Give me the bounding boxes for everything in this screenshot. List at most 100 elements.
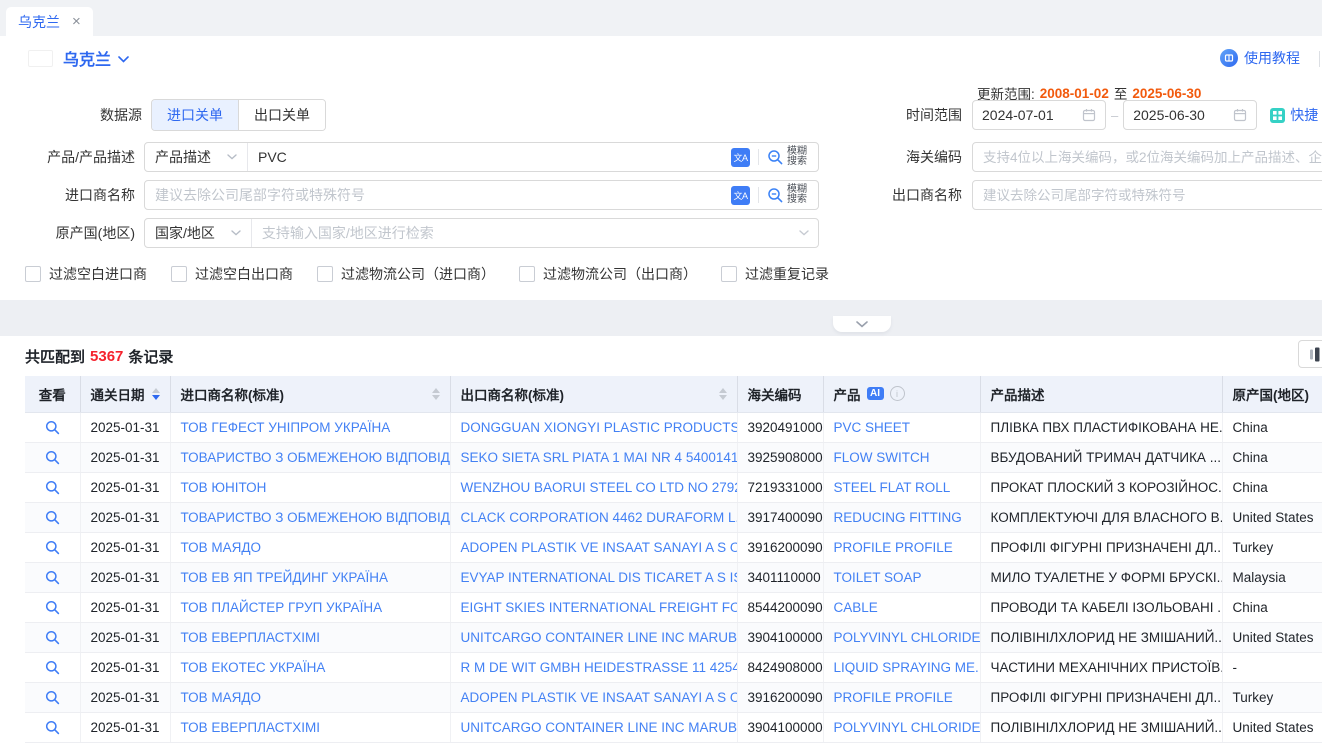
close-icon[interactable]: × xyxy=(72,14,81,29)
info-icon[interactable]: i xyxy=(890,386,905,401)
product-link[interactable]: STEEL FLAT ROLL xyxy=(834,480,951,495)
cell-hs-code: 3920491000 xyxy=(737,412,823,442)
product-link[interactable]: CABLE xyxy=(834,600,878,615)
filter-checkbox[interactable]: 过滤重复记录 xyxy=(721,264,829,284)
exporter-link[interactable]: ADOPEN PLASTIK VE INSAAT SANAYI A S O... xyxy=(461,540,738,555)
sort-icon[interactable] xyxy=(719,388,727,400)
fuzzy-search-button[interactable]: 模糊搜索 xyxy=(767,185,809,206)
exporter-link[interactable]: SEKO SIETA SRL PIATA 1 MAI NR 4 5400141 … xyxy=(461,450,738,465)
importer-input[interactable] xyxy=(145,187,731,203)
filter-checkbox[interactable]: 过滤物流公司（进口商） xyxy=(317,264,495,284)
exporter-link[interactable]: EIGHT SKIES INTERNATIONAL FREIGHT FOR... xyxy=(461,600,738,615)
filter-checkbox[interactable]: 过滤空白进口商 xyxy=(25,264,147,284)
quick-select-button[interactable]: 快捷 xyxy=(1270,105,1318,125)
importer-link[interactable]: ТОВ ЮНІТОН xyxy=(181,480,267,495)
view-record-button[interactable] xyxy=(45,450,60,465)
translate-icon[interactable]: 文A xyxy=(731,148,750,167)
exporter-link[interactable]: UNITCARGO CONTAINER LINE INC MARUB... xyxy=(461,630,738,645)
importer-link[interactable]: ТОВ МАЯДО xyxy=(181,690,262,705)
product-field-select[interactable]: 产品描述 xyxy=(145,143,248,171)
table-row: 2025-01-31 ТОВ ЮНІТОН WENZHOU BAORUI STE… xyxy=(25,472,1322,502)
tutorial-button[interactable]: 使用教程 xyxy=(1220,48,1300,68)
tab-ukraine[interactable]: 乌克兰 × xyxy=(6,7,93,36)
product-link[interactable]: TOILET SOAP xyxy=(834,570,922,585)
fuzzy-search-button[interactable]: 模糊搜索 xyxy=(767,147,809,168)
cell-hs-code: 3916200090 xyxy=(737,682,823,712)
checkbox-icon[interactable] xyxy=(519,266,535,282)
view-record-button[interactable] xyxy=(45,600,60,615)
col-exporter[interactable]: 出口商名称(标准) xyxy=(450,376,737,412)
importer-link[interactable]: ТОВ ЕВЕРПЛАСТХІМІ xyxy=(181,630,320,645)
exporter-link[interactable]: WENZHOU BAORUI STEEL CO LTD NO 2792... xyxy=(461,480,738,495)
view-record-button[interactable] xyxy=(45,630,60,645)
checkbox-icon[interactable] xyxy=(171,266,187,282)
cell-product: CABLE xyxy=(823,592,980,622)
tab-import-records[interactable]: 进口关单 xyxy=(152,100,238,130)
product-link[interactable]: FLOW SWITCH xyxy=(834,450,930,465)
chevron-down-icon[interactable] xyxy=(799,230,809,236)
importer-link[interactable]: ТОВ ЕКОТЕС УКРАЇНА xyxy=(181,660,326,675)
view-record-button[interactable] xyxy=(45,660,60,675)
view-record-button[interactable] xyxy=(45,540,60,555)
product-link[interactable]: POLYVINYL CHLORIDE xyxy=(834,630,981,645)
importer-link[interactable]: ТОВАРИСТВО З ОБМЕЖЕНОЮ ВІДПОВІД... xyxy=(181,450,451,465)
view-record-button[interactable] xyxy=(45,720,60,735)
exporter-link[interactable]: CLACK CORPORATION 4462 DURAFORM L... xyxy=(461,510,738,525)
exporter-link[interactable]: DONGGUAN XIONGYI PLASTIC PRODUCTS ... xyxy=(461,420,738,435)
country-selector[interactable]: 乌克兰 xyxy=(53,46,129,70)
checkbox-label: 过滤物流公司（出口商） xyxy=(543,264,697,284)
view-record-button[interactable] xyxy=(45,420,60,435)
view-record-button[interactable] xyxy=(45,510,60,525)
checkbox-icon[interactable] xyxy=(721,266,737,282)
exporter-link[interactable]: UNITCARGO CONTAINER LINE INC MARUB... xyxy=(461,720,738,735)
origin-country-input[interactable] xyxy=(252,225,799,241)
product-link[interactable]: LIQUID SPRAYING ME... xyxy=(834,660,981,675)
importer-link[interactable]: ТОВ ПЛАЙСТЕР ГРУП УКРАЇНА xyxy=(181,600,383,615)
exporter-input[interactable] xyxy=(972,180,1322,210)
importer-link[interactable]: ТОВАРИСТВО З ОБМЕЖЕНОЮ ВІДПОВІД... xyxy=(181,510,451,525)
checkbox-icon[interactable] xyxy=(317,266,333,282)
cell-date: 2025-01-31 xyxy=(80,412,170,442)
product-link[interactable]: PROFILE PROFILE xyxy=(834,690,953,705)
table-settings-button[interactable] xyxy=(1298,340,1322,368)
translate-icon[interactable]: 文A xyxy=(731,186,750,205)
end-date-input[interactable]: 2025-06-30 xyxy=(1123,100,1257,130)
collapse-filters-button[interactable] xyxy=(833,316,891,332)
importer-link[interactable]: ТОВ ГЕФЕСТ УНІПРОМ УКРАЇНА xyxy=(181,420,391,435)
origin-type-select[interactable]: 国家/地区 xyxy=(145,219,252,247)
view-record-button[interactable] xyxy=(45,570,60,585)
checkbox-icon[interactable] xyxy=(25,266,41,282)
exporter-link[interactable]: ADOPEN PLASTIK VE INSAAT SANAYI A S O... xyxy=(461,690,738,705)
cell-date: 2025-01-31 xyxy=(80,592,170,622)
chevron-down-icon xyxy=(231,230,241,236)
filter-checkbox[interactable]: 过滤物流公司（出口商） xyxy=(519,264,697,284)
cell-exporter: ADOPEN PLASTIK VE INSAAT SANAYI A S O... xyxy=(450,532,737,562)
product-link[interactable]: POLYVINYL CHLORIDE xyxy=(834,720,981,735)
product-search-input[interactable] xyxy=(248,149,731,165)
tab-export-records[interactable]: 出口关单 xyxy=(238,100,325,130)
col-date[interactable]: 通关日期 xyxy=(80,376,170,412)
importer-link[interactable]: ТОВ ЕВЕРПЛАСТХІМІ xyxy=(181,720,320,735)
importer-link[interactable]: ТОВ ЕВ ЯП ТРЕЙДИНГ УКРАЇНА xyxy=(181,570,389,585)
sort-icon[interactable] xyxy=(432,388,440,400)
col-importer[interactable]: 进口商名称(标准) xyxy=(170,376,450,412)
sort-icon[interactable] xyxy=(152,388,160,400)
exporter-link[interactable]: R M DE WIT GMBH HEIDESTRASSE 11 4254... xyxy=(461,660,738,675)
checkbox-label: 过滤重复记录 xyxy=(745,264,829,284)
filter-checkbox[interactable]: 过滤空白出口商 xyxy=(171,264,293,284)
product-link[interactable]: PVC SHEET xyxy=(834,420,911,435)
view-record-button[interactable] xyxy=(45,690,60,705)
view-record-button[interactable] xyxy=(45,480,60,495)
start-date-input[interactable]: 2024-07-01 xyxy=(972,100,1106,130)
importer-link[interactable]: ТОВ МАЯДО xyxy=(181,540,262,555)
exporter-link[interactable]: EVYAP INTERNATIONAL DIS TICARET A S IS..… xyxy=(461,570,738,585)
cell-origin: China xyxy=(1222,412,1322,442)
cell-exporter: WENZHOU BAORUI STEEL CO LTD NO 2792... xyxy=(450,472,737,502)
hs-code-input[interactable] xyxy=(972,142,1322,172)
product-link[interactable]: PROFILE PROFILE xyxy=(834,540,953,555)
header-divider xyxy=(1319,51,1320,67)
divider xyxy=(758,149,759,165)
filter-checkbox-row: 过滤空白进口商 过滤空白出口商 过滤物流公司（进口商） 过滤物流公司（出口商） … xyxy=(25,264,829,284)
product-link[interactable]: REDUCING FITTING xyxy=(834,510,962,525)
calendar-icon xyxy=(1082,108,1096,122)
